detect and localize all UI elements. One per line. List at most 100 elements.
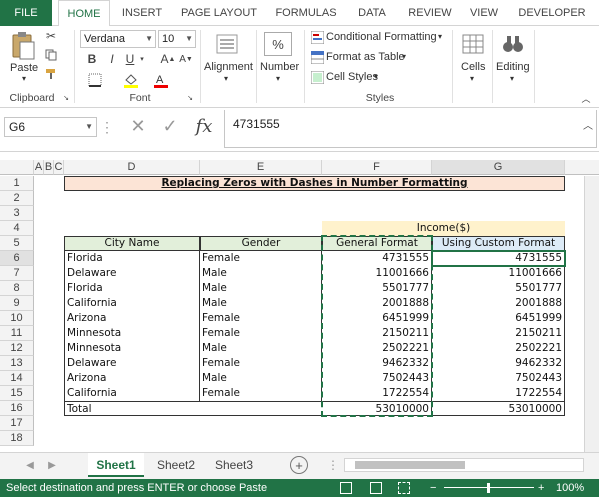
number-button[interactable]: Number: [260, 61, 299, 73]
shrink-font-icon[interactable]: A ▼: [178, 52, 194, 66]
alignment-icon[interactable]: [212, 32, 242, 56]
city-cell[interactable]: Florida: [64, 281, 200, 296]
row-header-2[interactable]: 2: [0, 191, 34, 206]
tab-view[interactable]: VIEW: [464, 0, 504, 26]
city-cell[interactable]: Delaware: [64, 266, 200, 281]
row-header-10[interactable]: 10: [0, 311, 34, 326]
cells-icon[interactable]: [460, 32, 486, 56]
tab-page-layout[interactable]: PAGE LAYOUT: [176, 0, 262, 26]
custom-format-cell[interactable]: 7502443: [432, 371, 565, 386]
paste-dropdown-arrow[interactable]: ▾: [22, 74, 26, 83]
format-as-table-button[interactable]: Format as Table: [326, 51, 405, 63]
sheet-tab-sheet1[interactable]: Sheet1: [88, 453, 144, 477]
cells-button[interactable]: Cells: [461, 61, 485, 73]
new-sheet-icon[interactable]: +: [290, 456, 308, 474]
row-header-3[interactable]: 3: [0, 206, 34, 221]
copy-icon[interactable]: [44, 48, 58, 62]
column-header-d[interactable]: D: [64, 160, 200, 175]
city-name-header[interactable]: City Name: [64, 236, 200, 251]
row-header-7[interactable]: 7: [0, 266, 34, 281]
number-format-icon[interactable]: %: [264, 32, 292, 56]
total-label[interactable]: Total: [64, 401, 200, 416]
tab-developer[interactable]: DEVELOPER: [512, 0, 592, 26]
horizontal-scrollbar[interactable]: [344, 458, 584, 472]
clipboard-launcher-icon[interactable]: ↘: [62, 93, 70, 103]
alignment-button[interactable]: Alignment: [204, 61, 253, 73]
row-header-14[interactable]: 14: [0, 371, 34, 386]
bold-button[interactable]: B: [86, 52, 98, 66]
underline-button[interactable]: U: [124, 52, 136, 66]
city-cell[interactable]: California: [64, 296, 200, 311]
gender-cell[interactable]: Female: [200, 386, 322, 401]
scroll-tabs-left-icon[interactable]: ◀: [24, 457, 36, 473]
normal-view-icon[interactable]: [340, 482, 352, 494]
custom-format-cell[interactable]: 2150211: [432, 326, 565, 341]
fill-color-icon[interactable]: [120, 72, 142, 88]
tab-formulas[interactable]: FORMULAS: [270, 0, 342, 26]
custom-format-header[interactable]: Using Custom Format: [432, 236, 565, 251]
grow-font-icon[interactable]: A ▲: [160, 52, 176, 66]
alignment-dropdown-arrow[interactable]: ▾: [224, 74, 228, 83]
income-header[interactable]: Income($): [322, 221, 565, 236]
tab-data[interactable]: DATA: [350, 0, 394, 26]
column-header-g[interactable]: G: [432, 160, 565, 175]
column-header-c[interactable]: C: [54, 160, 64, 175]
column-header-e[interactable]: E: [200, 160, 322, 175]
row-header-9[interactable]: 9: [0, 296, 34, 311]
font-color-icon[interactable]: A: [150, 72, 172, 88]
cell-styles-button[interactable]: Cell Styles: [326, 71, 378, 83]
editing-button[interactable]: Editing: [496, 61, 530, 73]
city-cell[interactable]: Arizona: [64, 311, 200, 326]
city-cell[interactable]: Minnesota: [64, 341, 200, 356]
tab-home[interactable]: HOME: [58, 0, 110, 27]
font-size-dropdown[interactable]: 10 ▼: [158, 30, 196, 48]
custom-format-cell[interactable]: 9462332: [432, 356, 565, 371]
expand-formula-bar-icon[interactable]: ︿: [582, 118, 594, 132]
format-painter-icon[interactable]: [44, 67, 58, 81]
row-header-17[interactable]: 17: [0, 416, 34, 431]
gender-cell[interactable]: Male: [200, 296, 322, 311]
gender-cell[interactable]: Male: [200, 281, 322, 296]
city-cell[interactable]: Arizona: [64, 371, 200, 386]
worksheet-grid[interactable]: ABCDEFG 1 2 3 4 5 6 7 8 9 10 11 12 13 14 15 16 17 18 Repl…: [0, 160, 599, 452]
page-layout-view-icon[interactable]: [370, 482, 382, 494]
row-header-5[interactable]: 5: [0, 236, 34, 251]
city-cell[interactable]: Delaware: [64, 356, 200, 371]
row-header-16[interactable]: 16: [0, 401, 34, 416]
gender-cell[interactable]: Female: [200, 356, 322, 371]
find-binoculars-icon[interactable]: [500, 32, 526, 56]
font-name-dropdown[interactable]: Verdana ▼: [80, 30, 156, 48]
conditional-formatting-dropdown-arrow[interactable]: ▾: [438, 32, 442, 41]
collapse-ribbon-icon[interactable]: ︿: [580, 92, 592, 104]
gender-header[interactable]: Gender: [200, 236, 322, 251]
formula-input[interactable]: 4731555: [224, 110, 597, 148]
insert-function-icon[interactable]: fx: [192, 114, 216, 138]
underline-dropdown-arrow[interactable]: ▾: [138, 54, 146, 64]
custom-format-cell[interactable]: 2001888: [432, 296, 565, 311]
gender-cell[interactable]: Female: [200, 326, 322, 341]
tab-file[interactable]: FILE: [0, 0, 52, 26]
scroll-tabs-right-icon[interactable]: ▶: [46, 457, 58, 473]
borders-icon[interactable]: [84, 72, 106, 88]
gender-cell[interactable]: Female: [200, 311, 322, 326]
city-cell[interactable]: Minnesota: [64, 326, 200, 341]
gender-cell[interactable]: Male: [200, 371, 322, 386]
page-break-view-icon[interactable]: [398, 482, 410, 494]
sheet-title[interactable]: Replacing Zeros with Dashes in Number Fo…: [64, 176, 565, 191]
number-dropdown-arrow[interactable]: ▾: [276, 74, 280, 83]
cell-styles-dropdown-arrow[interactable]: ▾: [374, 72, 378, 81]
select-all-corner[interactable]: [0, 160, 34, 175]
custom-format-cell[interactable]: 1722554: [432, 386, 565, 401]
zoom-level[interactable]: 100%: [556, 479, 584, 497]
total-custom-format[interactable]: 53010000: [432, 401, 565, 416]
format-as-table-dropdown-arrow[interactable]: ▾: [402, 52, 406, 61]
gender-cell[interactable]: Male: [200, 266, 322, 281]
row-header-1[interactable]: 1: [0, 176, 34, 191]
cancel-icon[interactable]: ✕: [128, 116, 148, 136]
row-header-12[interactable]: 12: [0, 341, 34, 356]
city-cell[interactable]: Florida: [64, 251, 200, 266]
paste-button[interactable]: Paste: [10, 62, 38, 74]
row-header-13[interactable]: 13: [0, 356, 34, 371]
column-header-f[interactable]: F: [322, 160, 432, 175]
row-header-15[interactable]: 15: [0, 386, 34, 401]
